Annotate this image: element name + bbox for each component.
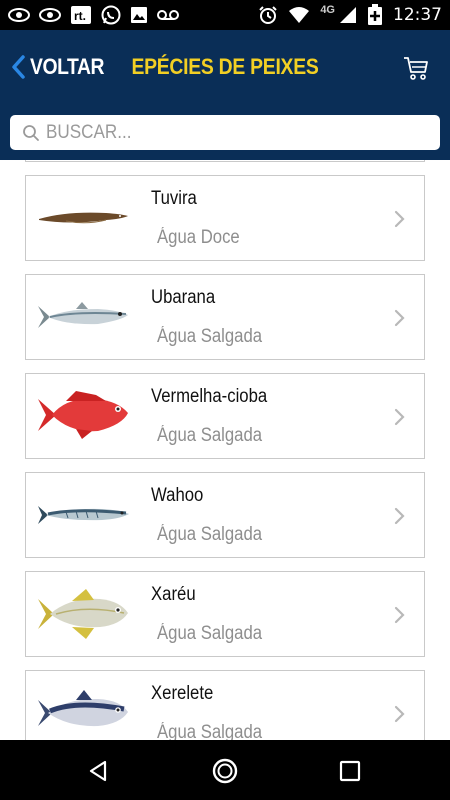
- wahoo-fish-image: [36, 486, 131, 544]
- fish-name: Ubarana: [151, 287, 216, 308]
- back-nav-icon: [85, 756, 115, 791]
- fish-name: Xerelete: [151, 683, 214, 704]
- chevron-right-icon: [394, 210, 406, 228]
- list-item[interactable]: Ubarana Água Salgada: [25, 274, 425, 360]
- recents-nav-icon: [335, 756, 365, 791]
- whatsapp-icon: [101, 5, 121, 25]
- home-nav-icon: [210, 756, 240, 791]
- fish-list: Tuvira Água Doce Ubarana Água Salgada Ve…: [0, 160, 450, 740]
- ubarana-fish-image: [36, 288, 131, 346]
- fish-type: Água Salgada: [157, 425, 263, 446]
- list-item[interactable]: Tuvira Água Doce: [25, 175, 425, 261]
- network-type: 4G: [320, 4, 335, 16]
- fish-name: Xaréu: [151, 584, 196, 605]
- notification-icons: rt.: [8, 5, 179, 25]
- fish-type: Água Doce: [157, 227, 240, 248]
- chevron-right-icon: [394, 606, 406, 624]
- cart-button[interactable]: [402, 54, 430, 82]
- list-item[interactable]: [25, 160, 425, 162]
- fish-type: Água Salgada: [157, 326, 263, 347]
- fish-type: Água Salgada: [157, 524, 263, 545]
- vermelha-cioba-fish-image: [36, 387, 131, 445]
- navigation-bar: [0, 740, 450, 800]
- clock: 12:37: [393, 5, 442, 25]
- battery-charging-icon: [367, 4, 383, 26]
- fish-type: Água Salgada: [157, 722, 263, 740]
- chevron-left-icon: [10, 54, 26, 80]
- search-input[interactable]: [46, 121, 388, 144]
- recents-nav-button[interactable]: [335, 756, 365, 786]
- chevron-right-icon: [394, 705, 406, 723]
- list-item[interactable]: Xerelete Água Salgada: [25, 670, 425, 740]
- gallery-icon: [130, 6, 148, 24]
- fish-name: Wahoo: [151, 485, 204, 506]
- search-icon: [22, 124, 40, 142]
- back-nav-button[interactable]: [85, 756, 115, 786]
- chevron-right-icon: [394, 408, 406, 426]
- signal-icon: [339, 6, 357, 24]
- eye-icon: [8, 8, 30, 22]
- rt-app-icon: rt.: [70, 5, 92, 25]
- chevron-right-icon: [394, 507, 406, 525]
- alarm-icon: [258, 5, 278, 25]
- svg-text:rt.: rt.: [74, 9, 86, 23]
- fish-name: Tuvira: [151, 188, 197, 209]
- home-nav-button[interactable]: [210, 756, 240, 786]
- wifi-icon: [288, 6, 310, 24]
- cart-icon: [402, 54, 430, 87]
- tuvira-fish-image: [36, 189, 131, 247]
- app-header: VOLTAR EPÉCIES DE PEIXES: [0, 30, 450, 160]
- list-item[interactable]: Vermelha-cioba Água Salgada: [25, 373, 425, 459]
- fish-name: Vermelha-cioba: [151, 386, 268, 407]
- search-bar[interactable]: [10, 115, 440, 150]
- voicemail-icon: [157, 9, 179, 21]
- xareu-fish-image: [36, 585, 131, 643]
- chevron-right-icon: [394, 309, 406, 327]
- list-item[interactable]: Xaréu Água Salgada: [25, 571, 425, 657]
- system-icons: 4G 12:37: [258, 4, 442, 26]
- fish-type: Água Salgada: [157, 623, 263, 644]
- eye-icon: [39, 8, 61, 22]
- status-bar: rt. 4G 12:37: [0, 0, 450, 30]
- list-item[interactable]: Wahoo Água Salgada: [25, 472, 425, 558]
- page-title: EPÉCIES DE PEIXES: [131, 54, 319, 79]
- xerelete-fish-image: [36, 684, 131, 740]
